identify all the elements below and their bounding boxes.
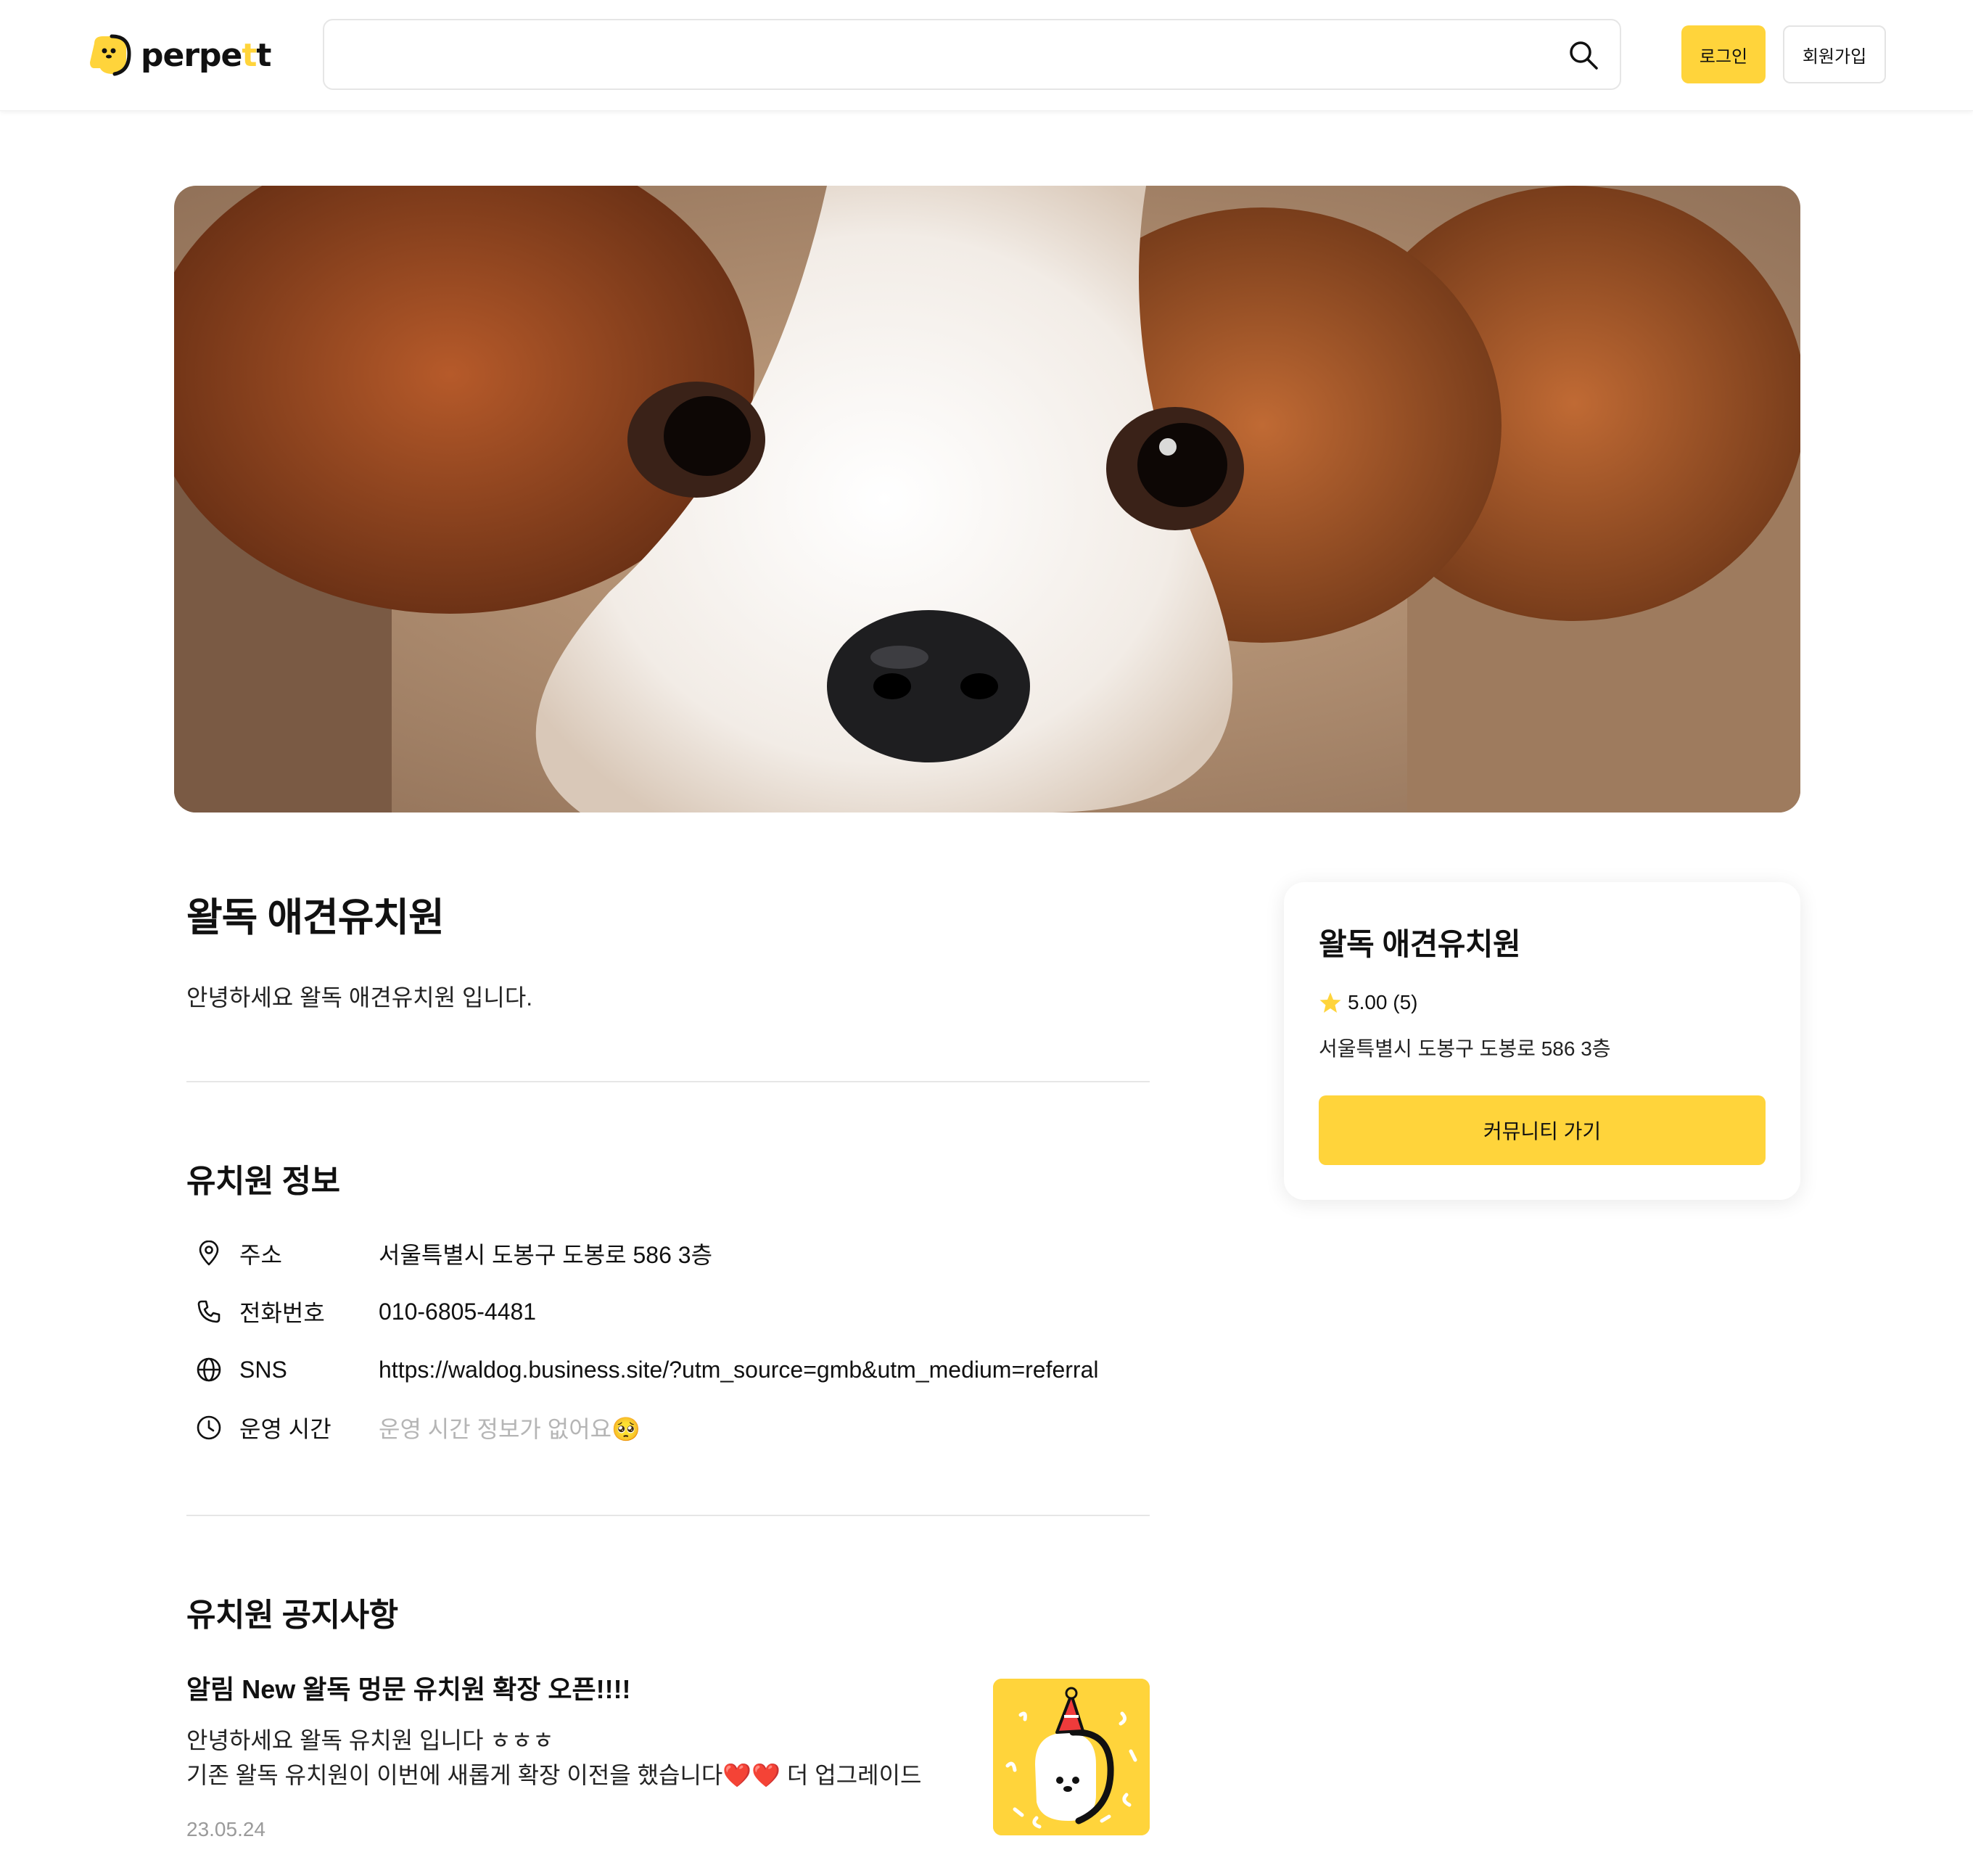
notice-title[interactable]: 알림 New 왈독 멍문 유치원 확장 오픈!!!!: [186, 1669, 631, 1706]
info-row-address: 주소 서울특별시 도봉구 도봉로 586 3층: [194, 1236, 712, 1271]
card-address: 서울특별시 도봉구 도봉로 586 3층: [1319, 1037, 1611, 1060]
party-mascot-icon: [993, 1679, 1150, 1835]
info-row-sns: SNS https://waldog.business.site/?utm_so…: [194, 1352, 1098, 1387]
kindergarten-name-title: 왈독 애견유치원: [186, 896, 445, 939]
go-to-community-button[interactable]: 커뮤니티 가기: [1319, 1095, 1766, 1165]
notice-body-line: 기존 왈독 유치원이 이번에 새롭게 확장 이전을 했습니다❤️❤️ 더 업그레…: [186, 1762, 922, 1788]
search-bar: [323, 19, 1621, 90]
kindergarten-description: 안녕하세요 왈독 애견유치원 입니다.: [186, 984, 533, 1011]
login-button[interactable]: 로그인: [1681, 25, 1766, 83]
info-label: SNS: [239, 1356, 287, 1383]
perpett-logo-icon: [90, 34, 131, 76]
logo-wordmark: perpett: [141, 36, 271, 74]
info-label: 주소: [239, 1242, 282, 1268]
hours-value: 운영 시간 정보가 없어요🥺: [379, 1416, 640, 1442]
phone-value[interactable]: 010-6805-4481: [379, 1299, 536, 1325]
info-row-phone: 전화번호 010-6805-4481: [194, 1294, 536, 1329]
perpett-logo[interactable]: perpett: [87, 32, 271, 78]
kindergarten-summary-card: 왈독 애견유치원 5.00 (5) 서울특별시 도봉구 도봉로 586 3층 커…: [1284, 882, 1800, 1200]
location-pin-icon: [194, 1239, 223, 1268]
info-section-title: 유치원 정보: [186, 1164, 340, 1199]
star-icon: [1319, 992, 1341, 1013]
address-value: 서울특별시 도봉구 도봉로 586 3층: [379, 1242, 713, 1268]
globe-icon: [194, 1355, 223, 1384]
section-divider: [186, 1515, 1150, 1516]
section-divider: [186, 1081, 1150, 1082]
notice-thumbnail[interactable]: [993, 1679, 1150, 1835]
notice-date: 23.05.24: [186, 1818, 265, 1840]
notice-section-title: 유치원 공지사항: [186, 1597, 398, 1633]
rating-value: 5.00 (5): [1348, 991, 1418, 1013]
hero-puppy-image: [174, 186, 1800, 812]
search-input[interactable]: [342, 35, 1531, 75]
info-label: 전화번호: [239, 1300, 325, 1326]
top-header: perpett 로그인 회원가입: [0, 0, 1973, 111]
card-title: 왈독 애견유치원: [1319, 927, 1521, 961]
clock-icon: [194, 1413, 223, 1442]
phone-icon: [194, 1297, 223, 1326]
signup-button[interactable]: 회원가입: [1783, 25, 1886, 83]
search-icon[interactable]: [1568, 39, 1599, 71]
notice-body-line: 안녕하세요 왈독 유치원 입니다 ㅎㅎㅎ: [186, 1727, 554, 1753]
sns-link[interactable]: https://waldog.business.site/?utm_source…: [379, 1357, 1098, 1383]
info-label: 운영 시간: [239, 1416, 331, 1442]
rating: 5.00 (5): [1319, 991, 1418, 1014]
info-row-hours: 운영 시간 운영 시간 정보가 없어요🥺: [194, 1410, 640, 1445]
